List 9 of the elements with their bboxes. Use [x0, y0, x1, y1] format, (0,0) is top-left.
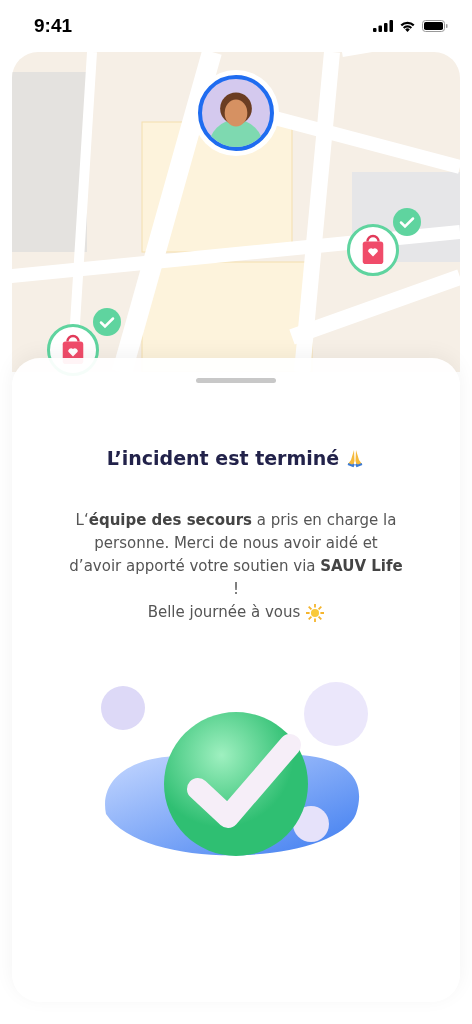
message-text: L‘équipe des secours a pris en charge la personne. Merci de nous avoir aidé et d’avoir apporté votre soutien via SAUV Life !	[68, 510, 404, 600]
wifi-icon	[399, 20, 416, 32]
battery-icon	[422, 20, 448, 32]
sheet-handle[interactable]	[196, 378, 276, 383]
status-time: 9:41	[34, 15, 73, 37]
closing-text: Belle journée à vous	[147, 602, 301, 623]
sheet-title: L’incident est terminé	[106, 447, 340, 469]
signal-icon	[373, 20, 393, 32]
sun-icon	[306, 603, 325, 622]
